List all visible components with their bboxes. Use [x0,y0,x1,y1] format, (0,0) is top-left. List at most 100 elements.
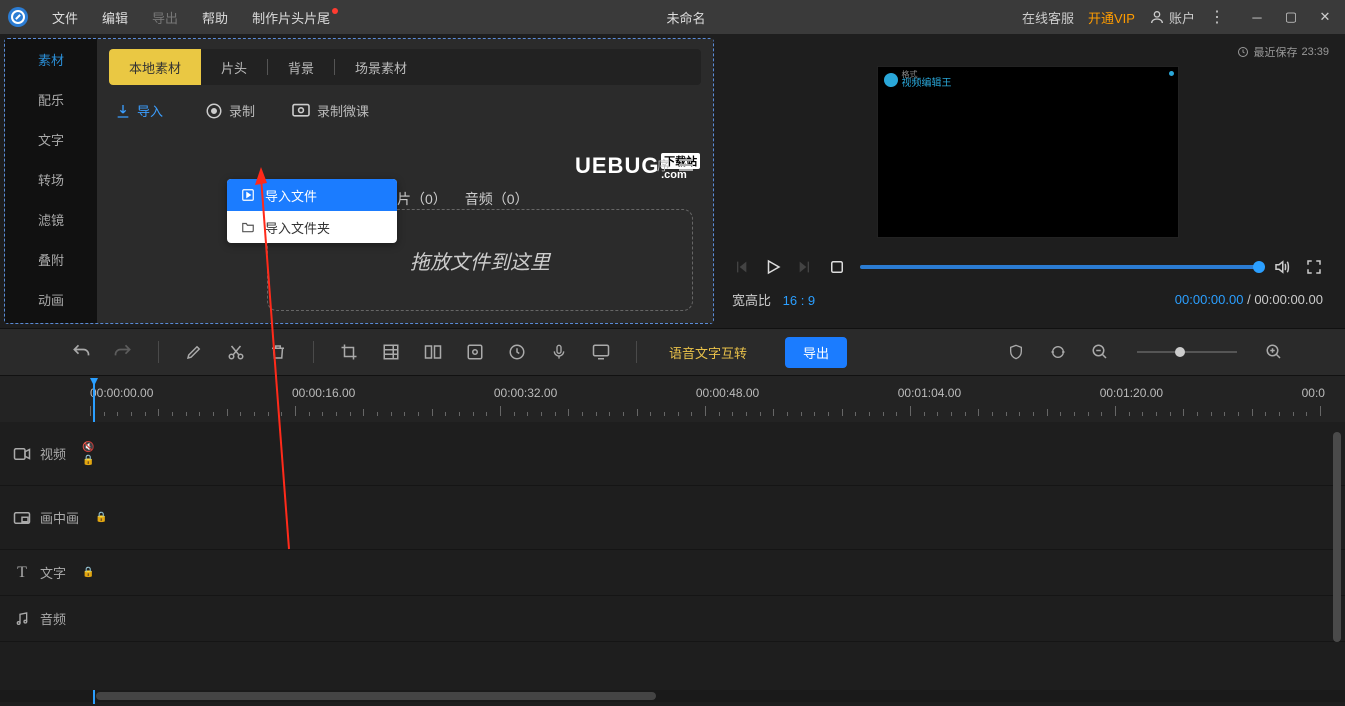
ruler-label: 00:00:32.00 [494,386,557,400]
side-tab-filter[interactable]: 滤镜 [5,199,97,239]
list-view-icon[interactable] [679,159,693,171]
fullscreen-button[interactable] [1305,258,1323,276]
freeze-frame-button[interactable] [464,341,486,363]
mat-tab-background[interactable]: 背景 [268,49,334,85]
ratio-label: 宽高比 [732,293,771,308]
import-button[interactable]: 导入 [109,97,169,124]
text-track-icon: T [12,563,32,583]
dropdown-import-file[interactable]: 导入文件 [227,179,397,211]
zoom-tool-button[interactable] [422,341,444,363]
sort-label-visible[interactable]: 序 [657,155,671,174]
account-label: 账户 [1169,8,1195,27]
side-tab-animation[interactable]: 动画 [5,279,97,319]
preview-watermark-text: 视频编辑王 [902,79,952,89]
pen-tool-button[interactable] [183,341,205,363]
pip-track-icon [12,508,32,528]
horizontal-scrollbar[interactable] [0,690,1345,702]
track-pip[interactable]: 画中画 🔒 [0,486,1345,550]
export-button[interactable]: 导出 [785,337,847,368]
lock-icon[interactable]: 🔒 [95,512,107,523]
menu-export[interactable]: 导出 [140,8,190,27]
screen-share-button[interactable] [590,341,612,363]
mat-tab-opener[interactable]: 片头 [201,49,267,85]
timeline-ruler[interactable]: 00:00:00.0000:00:16.0000:00:32.0000:00:4… [0,376,1345,422]
menu-help[interactable]: 帮助 [190,8,240,27]
lock-icon[interactable]: 🔒 [82,455,94,466]
crop-button[interactable] [338,341,360,363]
zoom-in-button[interactable] [1263,341,1285,363]
ratio-value[interactable]: 16 : 9 [783,293,816,308]
progress-bar[interactable] [860,265,1259,269]
track-audio[interactable]: 音频 [0,596,1345,642]
zoom-slider-handle[interactable] [1175,347,1185,357]
lock-icon[interactable]: 🔒 [82,567,94,578]
side-tab-music[interactable]: 配乐 [5,79,97,119]
track-pip-label: 画中画 [40,508,79,527]
fit-button[interactable] [1047,341,1069,363]
dropdown-import-folder[interactable]: 导入文件夹 [227,211,397,243]
folder-icon [241,220,255,234]
delete-button[interactable] [267,341,289,363]
cut-button[interactable] [225,341,247,363]
minimize-button[interactable]: ─ [1245,5,1269,29]
ruler-label: 00:00:48.00 [696,386,759,400]
record-label: 录制 [229,101,255,120]
preview-panel: 最近保存 23:39 格式 视频编辑王 宽高比 [720,38,1339,324]
record-button[interactable]: 录制 [199,97,261,124]
voice-over-button[interactable] [548,341,570,363]
undo-button[interactable] [70,341,92,363]
total-time: 00:00:00.00 [1254,292,1323,307]
menu-make-opener[interactable]: 制作片头片尾 [240,8,350,27]
duration-button[interactable] [506,341,528,363]
video-track-icon [12,444,32,464]
play-button[interactable] [764,258,782,276]
vertical-scrollbar[interactable] [1333,422,1343,690]
mat-tab-scene[interactable]: 场景素材 [335,49,427,85]
track-text[interactable]: T 文字 🔒 [0,550,1345,596]
record-micro-button[interactable]: 录制微课 [285,97,375,124]
zoom-slider[interactable] [1137,351,1237,353]
track-video-label: 视频 [40,444,66,463]
menu-edit[interactable]: 编辑 [90,8,140,27]
next-frame-button[interactable] [796,258,814,276]
side-tab-transition[interactable]: 转场 [5,159,97,199]
preview-watermark-icon [884,73,898,87]
side-tab-text[interactable]: 文字 [5,119,97,159]
side-tab-material[interactable]: 素材 [5,39,97,79]
preview-viewport[interactable]: 格式 视频编辑王 [877,66,1179,238]
material-panel: 素材 配乐 文字 转场 滤镜 叠附 动画 本地素材 片头 背景 场景素材 导入 [4,38,714,324]
redo-button[interactable] [112,341,134,363]
side-tab-overlay[interactable]: 叠附 [5,239,97,279]
track-text-label: 文字 [40,563,66,582]
close-button[interactable]: ✕ [1313,5,1337,29]
app-logo-icon [8,7,28,27]
menu-file[interactable]: 文件 [40,8,90,27]
mat-tab-local[interactable]: 本地素材 [109,49,201,85]
mute-icon[interactable]: 🔇 [82,442,94,453]
side-tabs: 素材 配乐 文字 转场 滤镜 叠附 动画 [5,39,97,323]
vip-link[interactable]: 开通VIP [1088,8,1135,27]
mosaic-button[interactable] [380,341,402,363]
voice-text-button[interactable]: 语音文字互转 [669,343,747,362]
toolbar-separator [158,341,159,363]
zoom-out-button[interactable] [1089,341,1111,363]
play-file-icon [241,188,255,202]
audio-count: 音频（0） [465,189,529,209]
shield-icon[interactable] [1005,341,1027,363]
progress-thumb[interactable] [1253,261,1265,273]
import-label: 导入 [137,101,163,120]
save-time: 23:39 [1301,46,1329,58]
editor-toolbar: 语音文字互转 导出 [0,328,1345,376]
more-icon[interactable]: ⋮ [1209,7,1225,27]
track-video[interactable]: 视频 🔇 🔒 [0,422,1345,486]
online-service-link[interactable]: 在线客服 [1022,8,1074,27]
maximize-button[interactable]: ▢ [1279,5,1303,29]
account-menu[interactable]: 账户 [1149,8,1195,27]
notification-dot-icon [332,8,338,14]
stop-button[interactable] [828,258,846,276]
playhead[interactable] [90,378,98,392]
prev-frame-button[interactable] [732,258,750,276]
menu-make-opener-label: 制作片头片尾 [252,11,330,26]
volume-button[interactable] [1273,258,1291,276]
save-status-label: 最近保存 [1253,44,1297,60]
